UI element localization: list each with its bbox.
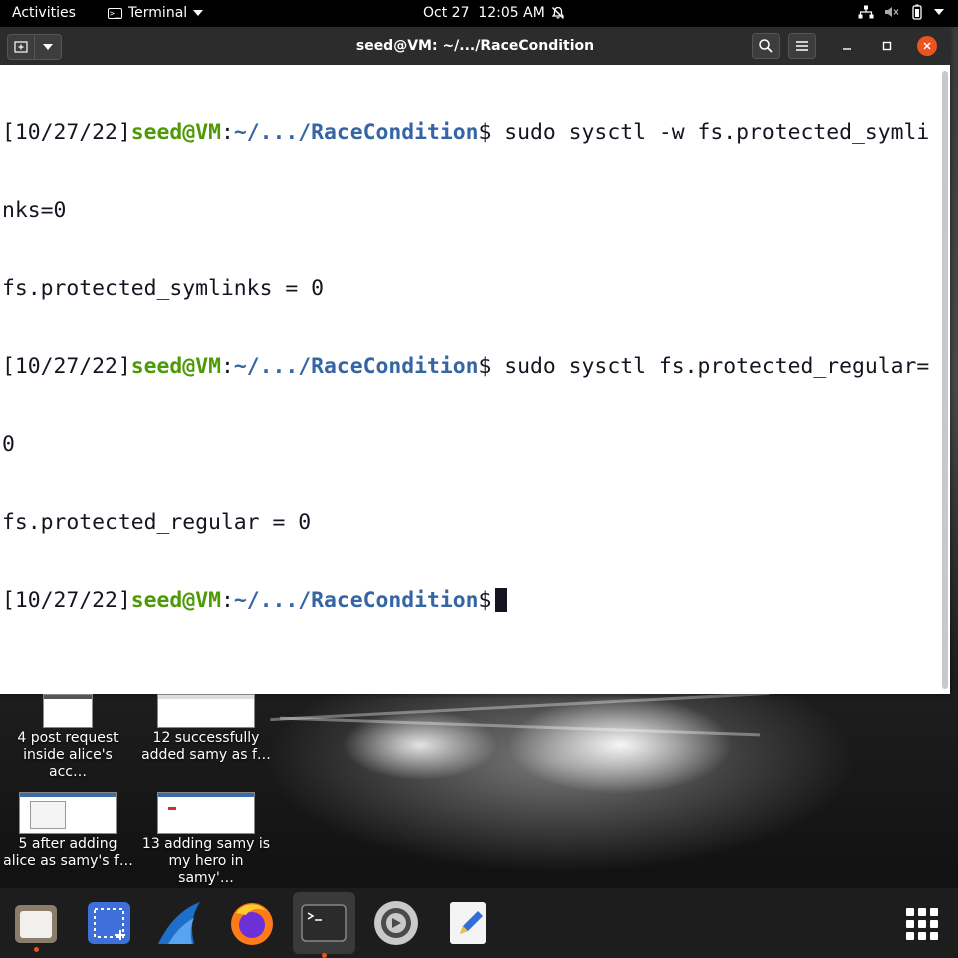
terminal-line: fs.protected_symlinks = 0 (2, 276, 324, 301)
terminal-line: nks=0 (2, 198, 67, 223)
desktop-file-13-adding-samy[interactable]: 13 adding samy is my hero in samy'… (141, 792, 271, 887)
app-menu[interactable]: >_ Terminal (108, 5, 204, 21)
prompt-path: ~/.../RaceCondition (233, 588, 479, 613)
thumbnail-mark (168, 807, 176, 810)
running-indicator (321, 953, 327, 958)
desktop-file-5-after-adding[interactable]: 5 after adding alice as samy's f… (3, 792, 133, 870)
thumbnail-panel (30, 801, 66, 829)
maximize-icon (882, 41, 892, 51)
terminal-line: fs.protected_regular = 0 (2, 510, 312, 535)
dock-settings[interactable] (371, 898, 421, 948)
grid-dot (918, 908, 926, 916)
maximize-button[interactable] (877, 36, 897, 56)
terminal-line: [10/27/22]seed@VM:~/.../RaceCondition$ s… (2, 354, 930, 379)
search-button[interactable] (752, 33, 780, 59)
terminal-icon (301, 904, 347, 942)
system-menu[interactable] (858, 4, 944, 20)
grid-dot (930, 908, 938, 916)
files-icon (15, 905, 57, 943)
command-text: $ sudo sysctl fs.protected_regular= (478, 354, 930, 379)
stage-truss (280, 716, 760, 737)
dock-terminal[interactable] (293, 892, 355, 958)
dock-wireshark[interactable] (156, 898, 206, 948)
grid-dot (918, 932, 926, 940)
minimize-button[interactable] (837, 36, 857, 56)
grid-dot (906, 908, 914, 916)
chevron-down-icon (193, 10, 204, 16)
volume-muted-icon (885, 7, 899, 17)
text-editor-icon (450, 902, 486, 944)
hamburger-menu-icon (796, 41, 808, 51)
desktop-file-label: 4 post request inside alice's acc… (17, 730, 119, 780)
battery-icon (912, 4, 922, 20)
grid-dot (930, 920, 938, 928)
grid-dot (930, 932, 938, 940)
prompt-path: ~/.../RaceCondition (233, 354, 479, 379)
dock-screenshot[interactable] (84, 898, 134, 948)
terminal-line: 0 (2, 432, 15, 457)
notifications-off-icon (551, 6, 565, 19)
file-thumbnail (43, 694, 93, 728)
clock-label: Oct 27 12:05 AM (423, 5, 545, 21)
running-indicator (33, 947, 39, 952)
terminal-app-icon: >_ (108, 7, 122, 19)
firefox-icon (231, 903, 273, 945)
command-text: $ sudo sysctl -w fs.protected_symli (478, 120, 930, 145)
settings-icon (374, 901, 418, 945)
stage-truss (270, 691, 770, 722)
network-icon (858, 5, 874, 19)
grid-dot (918, 920, 926, 928)
desktop-file-4-post-request[interactable]: 4 post request inside alice's acc… (3, 694, 133, 781)
window-titlebar[interactable]: seed@VM: ~/.../RaceCondition (0, 27, 950, 65)
desktop-file-label: 13 adding samy is my hero in samy'… (141, 836, 271, 886)
dock-text-editor[interactable] (443, 898, 493, 948)
dock-firefox[interactable] (227, 898, 277, 948)
terminal-output[interactable]: [10/27/22]seed@VM:~/.../RaceCondition$ s… (0, 65, 938, 694)
terminal-scrollbar[interactable] (942, 71, 948, 689)
power-menu-icon (934, 9, 944, 15)
grid-dot (906, 932, 914, 940)
file-thumbnail (157, 792, 255, 834)
show-applications-icon[interactable] (906, 908, 938, 940)
desktop-file-12-successfully[interactable]: 12 successfully added samy as f… (141, 694, 271, 764)
minimize-icon (843, 48, 851, 50)
close-icon (923, 42, 931, 50)
command-text: $ (478, 588, 492, 613)
desktop-file-label: 5 after adding alice as samy's f… (3, 836, 133, 869)
wireshark-icon (158, 902, 200, 944)
text-cursor (495, 588, 508, 612)
screenshot-icon (88, 902, 130, 944)
close-button[interactable] (917, 36, 937, 56)
app-menu-label: Terminal (128, 5, 188, 21)
thumbnail-bar (20, 793, 116, 797)
grid-dot (906, 920, 914, 928)
file-thumbnail (19, 792, 117, 834)
clock[interactable]: Oct 27 12:05 AM (423, 5, 565, 21)
top-bar: Activities >_ Terminal Oct 27 12:05 AM (0, 0, 958, 27)
prompt-user: seed@VM (130, 354, 221, 379)
prompt-user: seed@VM (130, 120, 221, 145)
prompt-path: ~/.../RaceCondition (233, 120, 479, 145)
activities-button[interactable]: Activities (12, 5, 76, 21)
thumbnail-bar (158, 793, 254, 797)
search-icon (759, 39, 773, 53)
thumbnail-bar (158, 695, 254, 699)
dock (0, 888, 958, 958)
thumbnail-bar (44, 695, 92, 699)
desktop-file-label: 12 successfully added samy as f… (141, 730, 271, 763)
terminal-line: [10/27/22]seed@VM:~/.../RaceCondition$ (2, 588, 938, 614)
terminal-window: seed@VM: ~/.../RaceCondition [10/27/22]s… (0, 27, 950, 694)
hamburger-menu-button[interactable] (788, 33, 816, 59)
file-thumbnail (157, 694, 255, 728)
dock-files[interactable] (11, 898, 61, 952)
terminal-line: [10/27/22]seed@VM:~/.../RaceCondition$ s… (2, 120, 930, 145)
prompt-user: seed@VM (130, 588, 221, 613)
